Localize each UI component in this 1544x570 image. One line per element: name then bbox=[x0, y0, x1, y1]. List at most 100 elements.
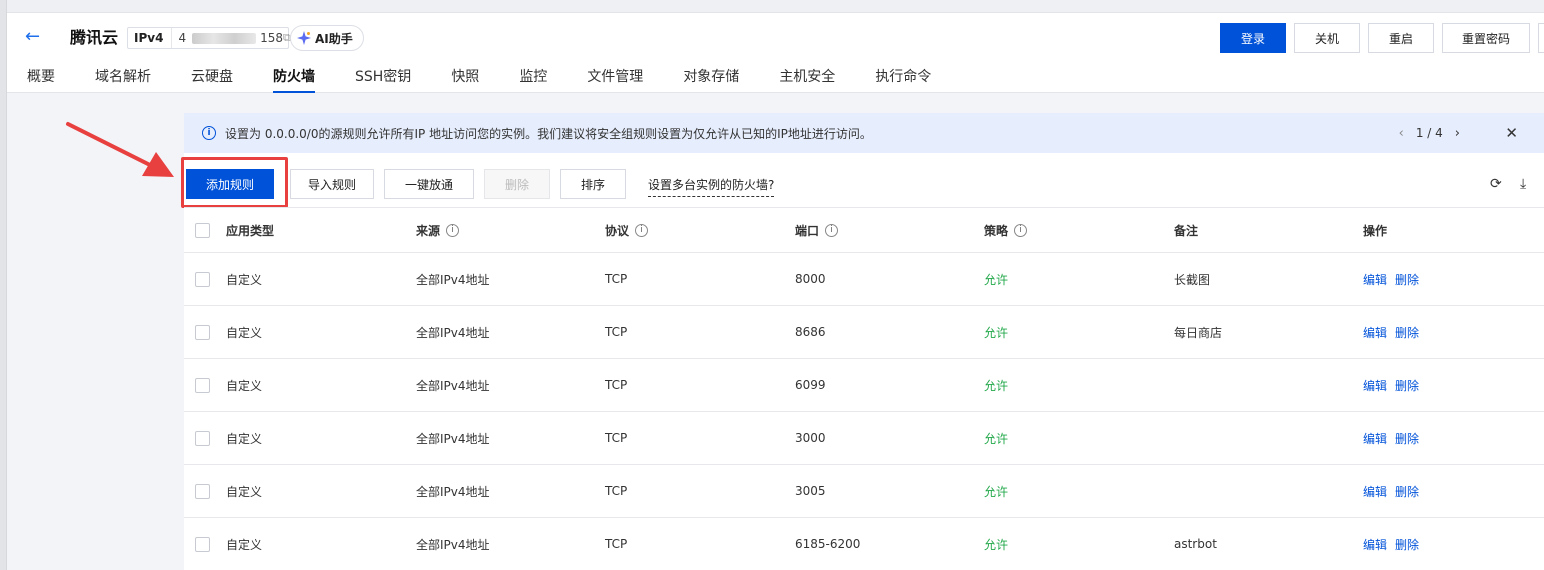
cell-policy: 允许 bbox=[984, 484, 1009, 499]
delete-rule-link[interactable]: 删除 bbox=[1395, 271, 1419, 288]
cell-policy: 允许 bbox=[984, 431, 1009, 446]
cell-source: 全部IPv4地址 bbox=[416, 272, 490, 287]
cell-actions: 编辑 删除 bbox=[1363, 253, 1427, 305]
col-header-policy: 策略 i bbox=[984, 208, 1028, 252]
cell-actions: 编辑 删除 bbox=[1363, 306, 1427, 358]
cell-source: 全部IPv4地址 bbox=[416, 431, 490, 446]
delete-rule-link[interactable]: 删除 bbox=[1395, 483, 1419, 500]
cell-policy: 允许 bbox=[984, 378, 1009, 393]
download-icon[interactable]: ⤓ bbox=[1520, 176, 1526, 192]
rule-toolbar: 添加规则 导入规则 一键放通 删除 排序 bbox=[184, 165, 1544, 201]
cell-port: 6185-6200 bbox=[795, 537, 861, 551]
cell-policy: 允许 bbox=[984, 325, 1009, 340]
tab-domain-resolution[interactable]: 域名解析 bbox=[95, 65, 151, 93]
window-left-edge bbox=[0, 0, 7, 570]
row-checkbox[interactable] bbox=[195, 484, 210, 499]
tab-cloud-disk[interactable]: 云硬盘 bbox=[191, 65, 233, 93]
ai-assistant-button[interactable]: AI助手 bbox=[290, 25, 364, 51]
ip-redacted-mask bbox=[192, 32, 257, 44]
tab-file-management[interactable]: 文件管理 bbox=[587, 65, 643, 93]
row-checkbox[interactable] bbox=[195, 378, 210, 393]
col-header-source-label: 来源 bbox=[416, 223, 441, 238]
cell-type: 自定义 bbox=[226, 431, 263, 446]
multi-instance-firewall-link[interactable]: 设置多台实例的防火墙? bbox=[648, 176, 775, 197]
edit-rule-link[interactable]: 编辑 bbox=[1363, 377, 1387, 394]
notice-text: 设置为 0.0.0.0/0的源规则允许所有IP 地址访问您的实例。我们建议将安全… bbox=[225, 126, 872, 141]
col-header-policy-label: 策略 bbox=[984, 223, 1009, 238]
select-all-checkbox[interactable] bbox=[195, 223, 210, 238]
table-header-row: 应用类型 来源 i 协议 i 端口 i 策略 i 备注 操作 bbox=[184, 207, 1544, 253]
table-row: 自定义 全部IPv4地址 TCP 8686 允许 每日商店 编辑 删除 bbox=[184, 306, 1544, 359]
cell-protocol: TCP bbox=[605, 325, 628, 339]
cell-policy: 允许 bbox=[984, 537, 1009, 552]
close-icon[interactable]: ✕ bbox=[1505, 124, 1518, 142]
reset-password-button[interactable]: 重置密码 bbox=[1442, 23, 1530, 53]
restart-button[interactable]: 重启 bbox=[1368, 23, 1434, 53]
edit-rule-link[interactable]: 编辑 bbox=[1363, 430, 1387, 447]
more-button[interactable] bbox=[1538, 23, 1544, 53]
page-title: 腾讯云 bbox=[70, 28, 119, 47]
import-rule-button[interactable]: 导入规则 bbox=[290, 169, 374, 199]
back-arrow-icon[interactable]: ← bbox=[25, 27, 45, 47]
login-button[interactable]: 登录 bbox=[1220, 23, 1286, 53]
help-icon[interactable]: i bbox=[446, 223, 460, 237]
edit-rule-link[interactable]: 编辑 bbox=[1363, 536, 1387, 553]
notice-page-indicator: 1 / 4 bbox=[1415, 126, 1443, 140]
delete-rules-button[interactable]: 删除 bbox=[484, 169, 550, 199]
tab-overview[interactable]: 概要 bbox=[27, 65, 55, 93]
cell-port: 8686 bbox=[795, 325, 826, 339]
col-header-protocol-label: 协议 bbox=[605, 223, 630, 238]
cell-port: 3005 bbox=[795, 484, 826, 498]
tab-ssh-key[interactable]: SSH密钥 bbox=[355, 65, 411, 93]
cell-source: 全部IPv4地址 bbox=[416, 484, 490, 499]
cell-policy: 允许 bbox=[984, 272, 1009, 287]
refresh-icon[interactable]: ⟳ bbox=[1490, 176, 1502, 192]
tab-bar: 概要 域名解析 云硬盘 防火墙 SSH密钥 快照 监控 文件管理 对象存储 主机… bbox=[27, 65, 971, 93]
firewall-rules-table: 应用类型 来源 i 协议 i 端口 i 策略 i 备注 操作 自定义 全部IPv4地址 … bbox=[184, 207, 1544, 570]
cell-note: astrbot bbox=[1174, 537, 1217, 551]
ai-assistant-label: AI助手 bbox=[315, 31, 353, 46]
ai-sparkle-icon bbox=[297, 31, 311, 45]
delete-rule-link[interactable]: 删除 bbox=[1395, 324, 1419, 341]
cell-type: 自定义 bbox=[226, 378, 263, 393]
row-checkbox[interactable] bbox=[195, 325, 210, 340]
help-icon[interactable]: i bbox=[1014, 223, 1028, 237]
row-checkbox[interactable] bbox=[195, 272, 210, 287]
sort-button[interactable]: 排序 bbox=[560, 169, 626, 199]
table-row: 自定义 全部IPv4地址 TCP 8000 允许 长截图 编辑 删除 bbox=[184, 253, 1544, 306]
table-row: 自定义 全部IPv4地址 TCP 3000 允许 编辑 删除 bbox=[184, 412, 1544, 465]
cell-protocol: TCP bbox=[605, 378, 628, 392]
page-header: ← 腾讯云 IPv4 4 158 ⧉ AI助手 登录 关机 重启 重置密码 概要… bbox=[7, 13, 1544, 93]
tab-snapshot[interactable]: 快照 bbox=[451, 65, 479, 93]
table-row: 自定义 全部IPv4地址 TCP 6185-6200 允许 astrbot 编辑… bbox=[184, 518, 1544, 570]
tab-object-storage[interactable]: 对象存储 bbox=[683, 65, 739, 93]
cell-protocol: TCP bbox=[605, 272, 628, 286]
delete-rule-link[interactable]: 删除 bbox=[1395, 430, 1419, 447]
table-row: 自定义 全部IPv4地址 TCP 3005 允许 编辑 删除 bbox=[184, 465, 1544, 518]
edit-rule-link[interactable]: 编辑 bbox=[1363, 483, 1387, 500]
col-header-note-label: 备注 bbox=[1174, 223, 1199, 238]
help-icon[interactable]: i bbox=[635, 223, 649, 237]
row-checkbox[interactable] bbox=[195, 431, 210, 446]
shutdown-button[interactable]: 关机 bbox=[1294, 23, 1360, 53]
col-header-actions-label: 操作 bbox=[1363, 223, 1388, 238]
tab-host-security[interactable]: 主机安全 bbox=[779, 65, 835, 93]
tab-firewall[interactable]: 防火墙 bbox=[273, 65, 315, 93]
edit-rule-link[interactable]: 编辑 bbox=[1363, 324, 1387, 341]
col-header-note: 备注 bbox=[1174, 208, 1198, 252]
tab-monitor[interactable]: 监控 bbox=[519, 65, 547, 93]
edit-rule-link[interactable]: 编辑 bbox=[1363, 271, 1387, 288]
row-checkbox[interactable] bbox=[195, 537, 210, 552]
ip-address-box: IPv4 4 158 ⧉ bbox=[127, 27, 291, 49]
tab-execute-command[interactable]: 执行命令 bbox=[875, 65, 931, 93]
help-icon[interactable]: i bbox=[825, 223, 839, 237]
cell-port: 3000 bbox=[795, 431, 826, 445]
delete-rule-link[interactable]: 删除 bbox=[1395, 377, 1419, 394]
allow-all-button[interactable]: 一键放通 bbox=[384, 169, 474, 199]
cell-port: 6099 bbox=[795, 378, 826, 392]
cell-protocol: TCP bbox=[605, 484, 628, 498]
chevron-left-icon[interactable]: ‹ bbox=[1399, 126, 1404, 141]
col-header-type: 应用类型 bbox=[226, 208, 274, 252]
chevron-right-icon[interactable]: › bbox=[1455, 126, 1460, 141]
delete-rule-link[interactable]: 删除 bbox=[1395, 536, 1419, 553]
